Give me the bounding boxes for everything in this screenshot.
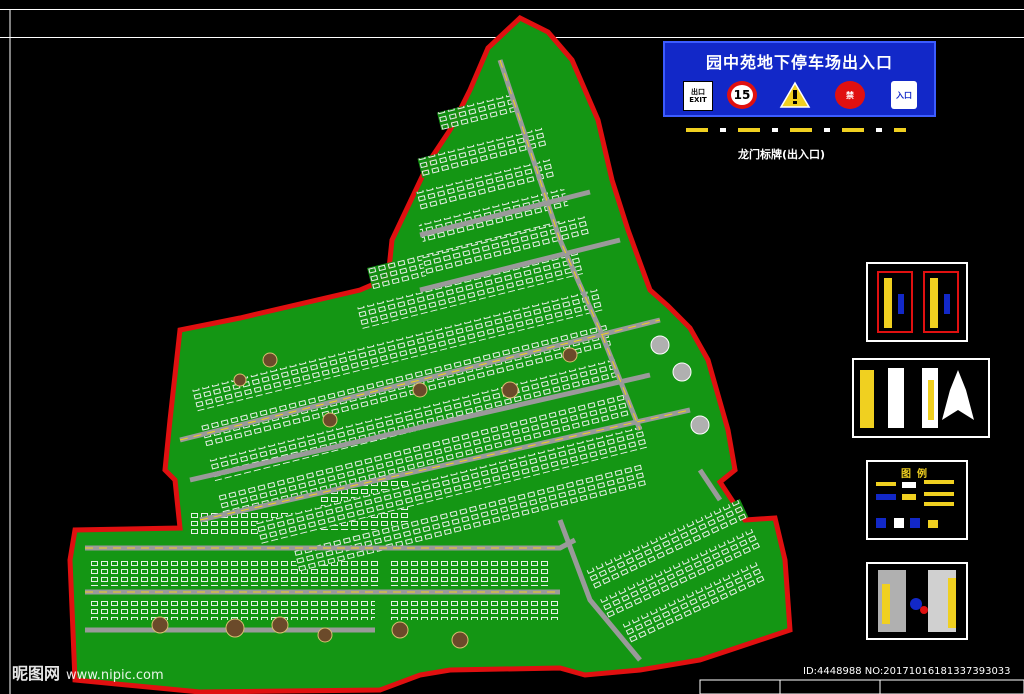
image-id-label: ID:4448988 NO:20171016181337393033 (803, 666, 1011, 677)
watermark: 昵图网 www.nipic.com (12, 660, 164, 684)
gantry-caption: 龙门标牌(出入口) (738, 148, 826, 161)
gantry-dash-bar (686, 128, 906, 132)
watermark-url: www.nipic.com (66, 668, 164, 683)
entry-sign-icon: 入口 (891, 81, 917, 109)
banner-title: 园中苑地下停车场出入口 (705, 53, 893, 72)
watermark-brand: 昵图网 (12, 664, 61, 683)
legend-panel: 图例 (866, 460, 968, 540)
title-block (699, 679, 1024, 694)
detail-thumbnail-ramp-plan (866, 262, 968, 342)
detail-thumbnail-gantry-elevation (866, 562, 968, 640)
no-entry-icon: 禁 (835, 81, 865, 109)
exit-sign-icon: 出口 EXIT (683, 81, 713, 111)
warning-triangle-icon (779, 81, 811, 109)
entrance-gantry-sign: 园中苑地下停车场出入口 出口 EXIT 15 禁 入口 (663, 41, 936, 117)
detail-thumbnail-ramp-sections (852, 358, 990, 438)
speed-limit-icon: 15 (727, 81, 757, 109)
